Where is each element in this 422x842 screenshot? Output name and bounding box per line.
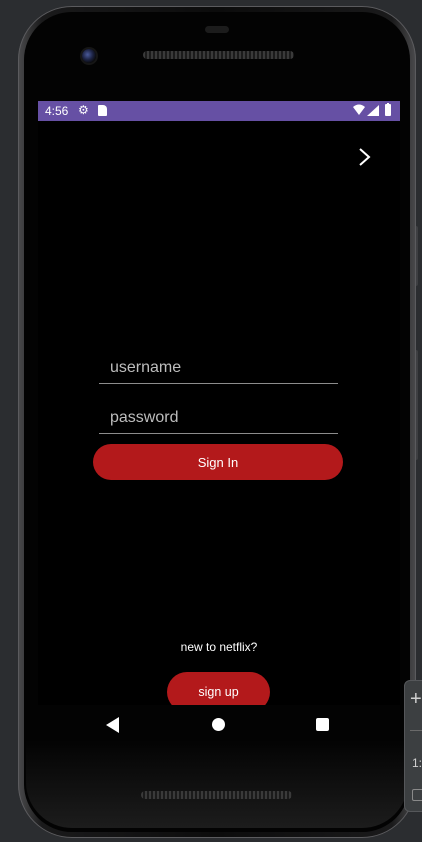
password-input[interactable]: password (99, 403, 338, 434)
bottom-speaker (141, 791, 292, 799)
new-user-prompt: new to netflix? (180, 640, 258, 654)
front-camera (82, 49, 96, 63)
username-placeholder: username (110, 359, 182, 376)
device-chin (26, 740, 408, 828)
sign-up-button[interactable]: sign up (167, 672, 270, 705)
username-input[interactable]: username (99, 353, 338, 384)
zoom-in-button[interactable]: + (410, 688, 422, 711)
recents-icon[interactable] (316, 718, 329, 731)
sign-in-label: Sign In (197, 454, 239, 470)
sd-card-icon (98, 105, 107, 116)
password-placeholder: password (110, 409, 179, 426)
gear-icon: ⚙ (78, 103, 89, 117)
battery-icon (385, 104, 391, 116)
wifi-icon (353, 104, 365, 115)
earpiece-speaker (143, 51, 294, 59)
screenshot-icon[interactable] (412, 789, 422, 801)
sign-in-button[interactable]: Sign In (93, 444, 343, 480)
chevron-right-icon[interactable] (356, 147, 374, 167)
sensor-slot (205, 26, 229, 33)
status-bar: 4:56 ⚙ (38, 101, 400, 121)
device-screen: 4:56 ⚙ username password Sign In new to … (38, 101, 400, 705)
toolbar-divider (410, 730, 422, 731)
back-icon[interactable] (106, 717, 120, 733)
sign-up-label: sign up (198, 685, 239, 699)
status-time: 4:56 (45, 104, 69, 118)
zoom-ratio-label: 1: (412, 756, 422, 770)
home-icon[interactable] (212, 718, 225, 731)
signal-icon (367, 105, 379, 116)
